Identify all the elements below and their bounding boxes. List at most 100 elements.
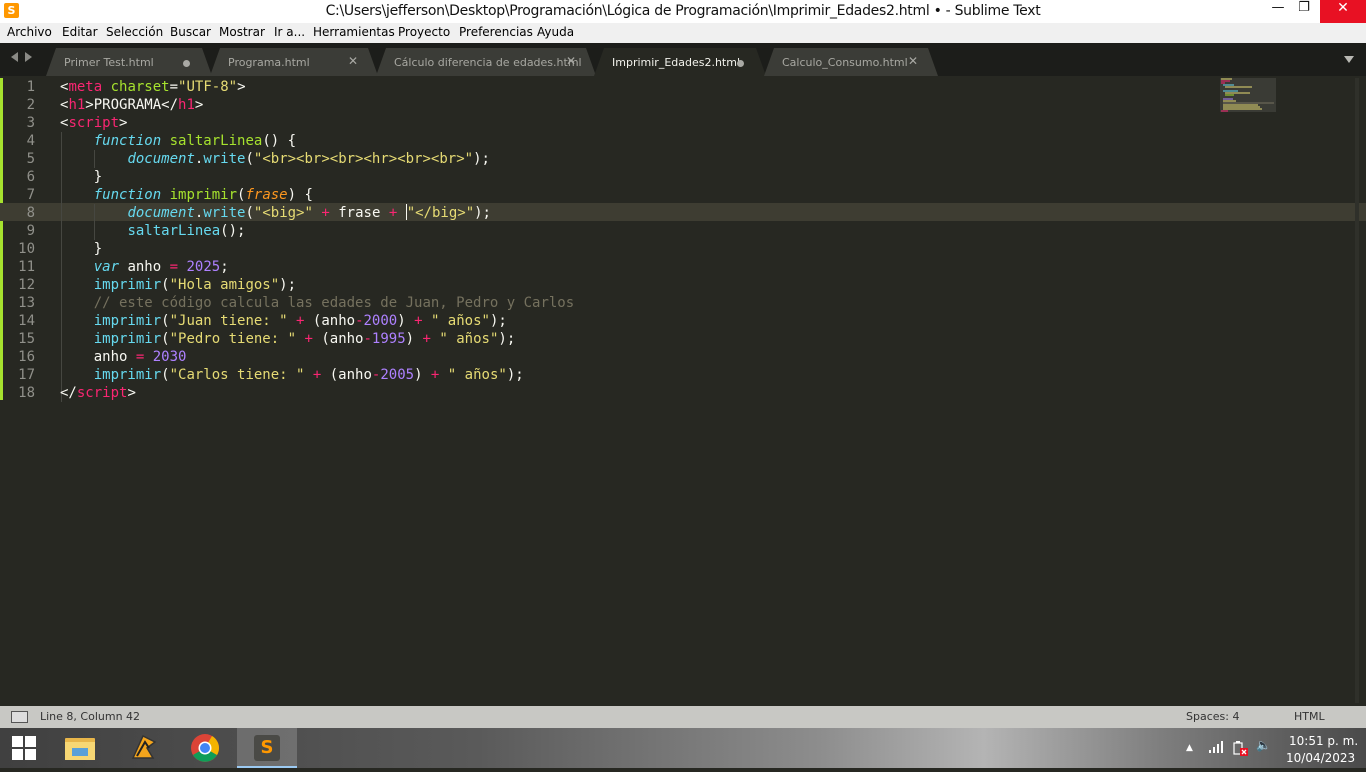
menu-herramientas[interactable]: Herramientas	[313, 25, 395, 39]
code-token: "Hola amigos"	[169, 277, 280, 293]
code-token: (	[161, 367, 170, 383]
code-line: document.write("<br><br><br><hr><br><br>…	[60, 150, 489, 168]
line-number: 13	[18, 295, 35, 311]
code-token: (	[245, 205, 254, 221]
code-line: var anho = 2025;	[60, 258, 229, 276]
code-token: 2000	[363, 313, 398, 329]
code-token: function	[93, 133, 162, 149]
windows-logo-icon	[25, 749, 36, 760]
code-token: write	[203, 205, 246, 221]
line-number: 2	[26, 97, 35, 113]
tab-close-icon[interactable]: ✕	[566, 54, 576, 68]
menu-archivo[interactable]: Archivo	[7, 25, 52, 39]
menu-ir-a[interactable]: Ir a...	[274, 25, 305, 39]
indentation-setting[interactable]: Spaces: 4	[1186, 710, 1239, 723]
tab-label: Cálculo diferencia de edades.html	[394, 56, 582, 69]
menu-preferencias[interactable]: Preferencias	[459, 25, 533, 39]
line-number: 17	[18, 367, 35, 383]
maximize-button[interactable]: ❐	[1288, 0, 1320, 23]
tab-scroll-right-icon[interactable]	[25, 52, 32, 62]
code-token: document	[127, 205, 195, 221]
line-number: 12	[18, 277, 35, 293]
code-token: (anho	[312, 331, 364, 347]
menu-seleccion[interactable]: Selección	[106, 25, 163, 39]
code-token: +	[388, 205, 398, 221]
tab-scroll-left-icon[interactable]	[11, 52, 18, 62]
code-token: "<br><br><br><hr><br><br>"	[253, 151, 474, 167]
code-token: "Pedro tiene: "	[169, 331, 297, 347]
menu-proyecto[interactable]: Proyecto	[398, 25, 450, 39]
code-line: imprimir("Carlos tiene: " + (anho-2005) …	[60, 366, 524, 384]
vertical-scrollbar[interactable]	[1352, 78, 1362, 703]
minimap[interactable]	[1220, 78, 1278, 112]
close-button[interactable]: ✕	[1320, 0, 1366, 23]
modified-dot-icon[interactable]	[737, 60, 744, 67]
code-token: script	[68, 115, 120, 131]
code-token: -	[363, 331, 372, 347]
tab-calculo-consumo[interactable]: Calculo_Consumo.html ✕	[764, 48, 938, 76]
battery-warning-icon[interactable]	[1232, 740, 1248, 756]
menu-bar: Archivo Editar Selección Buscar Mostrar …	[0, 23, 1366, 43]
taskbar-sublime-text[interactable]: S	[237, 728, 297, 768]
tab-label: Programa.html	[228, 56, 310, 69]
status-bar: Line 8, Column 42 Spaces: 4 HTML	[0, 706, 1366, 728]
code-line: document.write("<big>" + frase + "</big>…	[60, 204, 491, 222]
menu-ayuda[interactable]: Ayuda	[537, 25, 574, 39]
tab-label: Imprimir_Edades2.html	[612, 56, 741, 69]
tab-list-dropdown-icon[interactable]	[1344, 56, 1354, 63]
code-token: 2030	[152, 349, 187, 365]
volume-icon[interactable]: 🔈	[1256, 738, 1271, 752]
cursor-position[interactable]: Line 8, Column 42	[40, 710, 140, 723]
modified-dot-icon[interactable]	[183, 60, 190, 67]
code-token: document	[127, 151, 195, 167]
menu-editar[interactable]: Editar	[62, 25, 98, 39]
code-token: imprimir	[93, 331, 162, 347]
clock-time[interactable]: 10:51 p. m.	[1289, 734, 1358, 748]
tab-close-icon[interactable]: ✕	[908, 54, 918, 68]
code-token: saltarLinea	[169, 133, 263, 149]
show-hidden-icons-icon[interactable]: ▲	[1186, 743, 1193, 753]
code-token: );	[474, 205, 491, 221]
code-token: "<big>"	[253, 205, 313, 221]
code-token: "Carlos tiene: "	[169, 367, 305, 383]
code-token: imprimir	[169, 187, 238, 203]
taskbar-file-explorer[interactable]	[50, 728, 110, 768]
tab-calculo-diferencia-edades[interactable]: Cálculo diferencia de edades.html ✕	[376, 48, 596, 76]
code-line: // este código calcula las edades de Jua…	[60, 294, 574, 312]
code-editor[interactable]: 1 2 3 4 5 6 7 8 9 10 11 12 13 14 15 16 1…	[0, 76, 1366, 706]
tab-programa[interactable]: Programa.html ✕	[210, 48, 378, 76]
network-signal-icon[interactable]	[1208, 740, 1224, 754]
line-number: 8	[26, 205, 35, 221]
title-bar: S C:\Users\jefferson\Desktop\Programació…	[0, 0, 1366, 23]
taskbar-winamp[interactable]	[113, 728, 173, 768]
code-token: meta	[68, 79, 103, 95]
sublime-text-icon-letter: S	[260, 737, 274, 758]
code-line: function saltarLinea() {	[60, 132, 296, 150]
tab-close-icon[interactable]: ✕	[348, 54, 358, 68]
code-token: " años"	[439, 331, 499, 347]
menu-mostrar[interactable]: Mostrar	[219, 25, 265, 39]
tab-imprimir-edades2[interactable]: Imprimir_Edades2.html	[594, 48, 766, 76]
code-token: "UTF-8"	[178, 79, 238, 95]
start-button[interactable]	[0, 728, 50, 768]
code-token: >	[237, 79, 246, 95]
clock-date[interactable]: 10/04/2023	[1286, 751, 1355, 765]
code-token: ;	[220, 259, 229, 275]
menu-buscar[interactable]: Buscar	[170, 25, 211, 39]
code-token: );	[279, 277, 297, 293]
syntax-mode[interactable]: HTML	[1294, 710, 1325, 723]
panel-toggle-icon[interactable]	[11, 711, 28, 723]
code-token: frase	[245, 187, 288, 203]
tab-primer-test[interactable]: Primer Test.html	[46, 48, 212, 76]
code-token: =	[169, 259, 179, 275]
code-token: </	[60, 385, 77, 401]
code-token: (	[161, 331, 170, 347]
taskbar-chrome[interactable]	[175, 728, 235, 768]
